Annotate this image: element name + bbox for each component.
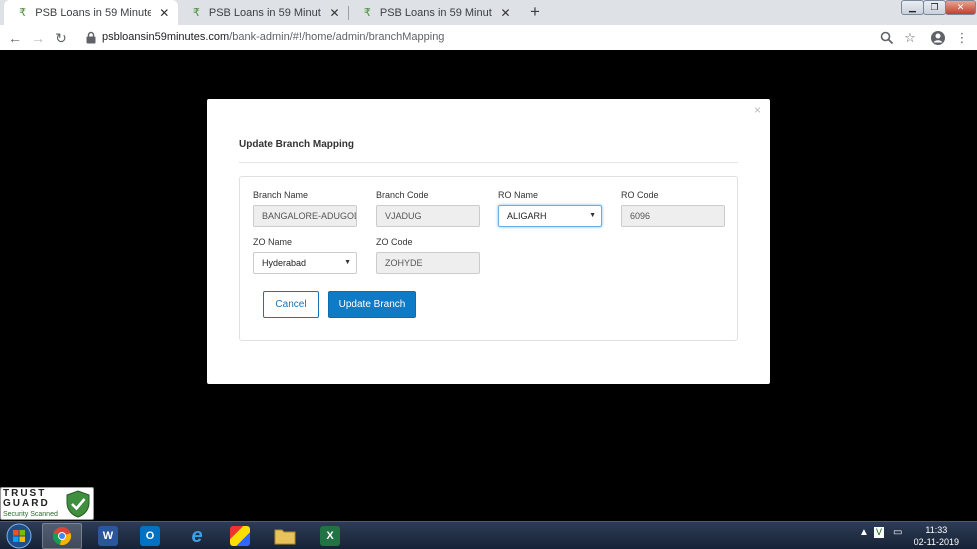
- zo-code-label: ZO Code: [376, 237, 413, 247]
- trust-guard-line3: Security Scanned: [3, 511, 58, 518]
- branch-name-label: Branch Name: [253, 190, 309, 200]
- trust-guard-badge[interactable]: TRUST GUARD Security Scanned: [0, 487, 94, 520]
- ro-name-group: RO Name ALIGARH ▼: [498, 190, 602, 227]
- url-field[interactable]: psbloansin59minutes.com/bank-admin/#!/ho…: [102, 31, 444, 43]
- taskbar-chrome[interactable]: [42, 523, 82, 549]
- folder-icon: [274, 529, 296, 545]
- shield-check-icon: [66, 490, 90, 518]
- close-tab-icon[interactable]: ✕: [159, 6, 170, 20]
- word-icon: W: [98, 526, 118, 546]
- taskbar-excel[interactable]: X: [310, 523, 350, 549]
- ro-name-selected: ALIGARH: [507, 211, 547, 221]
- branch-code-input[interactable]: VJADUG: [376, 205, 480, 227]
- modal-close-icon[interactable]: ×: [754, 103, 761, 117]
- branch-name-input[interactable]: BANGALORE-ADUGODI: [253, 205, 357, 227]
- address-bar: ← → ↻ psbloansin59minutes.com/bank-admin…: [0, 25, 977, 50]
- url-path: /bank-admin/#!/home/admin/branchMapping: [229, 31, 445, 43]
- zoom-search-icon[interactable]: [878, 29, 896, 47]
- ro-code-label: RO Code: [621, 190, 659, 200]
- tray-expand-icon[interactable]: ▲: [859, 527, 869, 538]
- taskbar-file-explorer[interactable]: [265, 523, 305, 549]
- windows-start-icon[interactable]: [2, 523, 36, 549]
- minimize-window-icon[interactable]: ▁: [901, 0, 924, 15]
- network-icon[interactable]: ▭: [893, 527, 902, 538]
- close-tab-icon[interactable]: ✕: [329, 6, 340, 20]
- reload-icon[interactable]: ↻: [52, 29, 70, 47]
- tray-app-icon[interactable]: V: [874, 527, 885, 538]
- cancel-button[interactable]: Cancel: [263, 291, 319, 318]
- site-favicon-icon: ₹: [363, 6, 371, 19]
- ro-name-select[interactable]: ALIGARH ▼: [498, 205, 602, 227]
- zo-name-group: ZO Name Hyderabad ▼: [253, 237, 357, 274]
- outlook-icon: O: [140, 526, 160, 546]
- profile-avatar-icon[interactable]: [929, 29, 947, 47]
- new-tab-plus-icon[interactable]: +: [526, 3, 544, 21]
- internet-explorer-icon: e: [191, 524, 203, 547]
- excel-icon: X: [320, 526, 340, 546]
- modal-divider: [239, 162, 738, 163]
- lock-icon: [86, 31, 96, 44]
- browser-tab-1[interactable]: ₹ PSB Loans in 59 Minutes: Online ✕: [4, 0, 178, 25]
- zo-name-label: ZO Name: [253, 237, 293, 247]
- site-favicon-icon: ₹: [19, 6, 27, 19]
- paint-icon: [230, 526, 250, 546]
- maximize-window-icon[interactable]: ❐: [923, 0, 946, 15]
- update-branch-button[interactable]: Update Branch: [328, 291, 416, 318]
- taskbar-outlook[interactable]: O: [130, 523, 170, 549]
- branch-code-label: Branch Code: [376, 190, 429, 200]
- close-window-icon[interactable]: ✕: [945, 0, 976, 15]
- tab-title: PSB Loans in 59 Minutes: Online: [379, 6, 492, 19]
- branch-name-group: Branch Name BANGALORE-ADUGODI: [253, 190, 357, 227]
- taskbar: W O e X ▲ V ▭ 11:33 02-11-2019: [0, 521, 977, 549]
- ro-code-input[interactable]: 6096: [621, 205, 725, 227]
- clock-date: 02-11-2019: [913, 537, 959, 547]
- close-tab-icon[interactable]: ✕: [500, 6, 511, 20]
- chrome-icon: [52, 527, 72, 546]
- url-host: psbloansin59minutes.com: [102, 31, 230, 43]
- zo-code-group: ZO Code ZOHYDE: [376, 237, 480, 274]
- tab-title: PSB Loans in 59 Minutes: Online: [208, 6, 321, 19]
- clock-time: 11:33: [925, 525, 948, 535]
- browser-tab-3[interactable]: ₹ PSB Loans in 59 Minutes: Online ✕: [349, 0, 519, 25]
- modal-title: Update Branch Mapping: [239, 139, 355, 150]
- branch-form-panel: Branch Name BANGALORE-ADUGODI Branch Cod…: [239, 176, 738, 341]
- ro-name-label: RO Name: [498, 190, 539, 200]
- branch-code-group: Branch Code VJADUG: [376, 190, 480, 227]
- zo-code-input[interactable]: ZOHYDE: [376, 252, 480, 274]
- trust-guard-line2: GUARD: [3, 498, 50, 509]
- bookmark-star-icon[interactable]: ☆: [901, 29, 919, 47]
- update-branch-modal: × Update Branch Mapping Branch Name BANG…: [207, 99, 770, 384]
- chevron-down-icon: ▼: [589, 212, 596, 219]
- site-favicon-icon: ₹: [192, 6, 200, 19]
- taskbar-internet-explorer[interactable]: e: [177, 523, 217, 549]
- ro-code-group: RO Code 6096: [621, 190, 725, 227]
- tab-title: PSB Loans in 59 Minutes: Online: [35, 6, 151, 19]
- page-overlay: × Update Branch Mapping Branch Name BANG…: [0, 50, 977, 521]
- system-clock[interactable]: 11:33 02-11-2019: [914, 524, 959, 548]
- taskbar-word[interactable]: W: [88, 523, 128, 549]
- zo-name-select[interactable]: Hyderabad ▼: [253, 252, 357, 274]
- forward-arrow-icon[interactable]: →: [29, 29, 47, 47]
- zo-name-selected: Hyderabad: [262, 258, 307, 268]
- chevron-down-icon: ▼: [344, 259, 351, 266]
- browser-tab-2[interactable]: ₹ PSB Loans in 59 Minutes: Online ✕: [178, 0, 348, 25]
- browser-menu-icon[interactable]: ⋮: [953, 29, 971, 47]
- back-arrow-icon[interactable]: ←: [6, 29, 24, 47]
- tab-strip: ₹ PSB Loans in 59 Minutes: Online ✕ ₹ PS…: [0, 0, 977, 25]
- taskbar-paint[interactable]: [220, 523, 260, 549]
